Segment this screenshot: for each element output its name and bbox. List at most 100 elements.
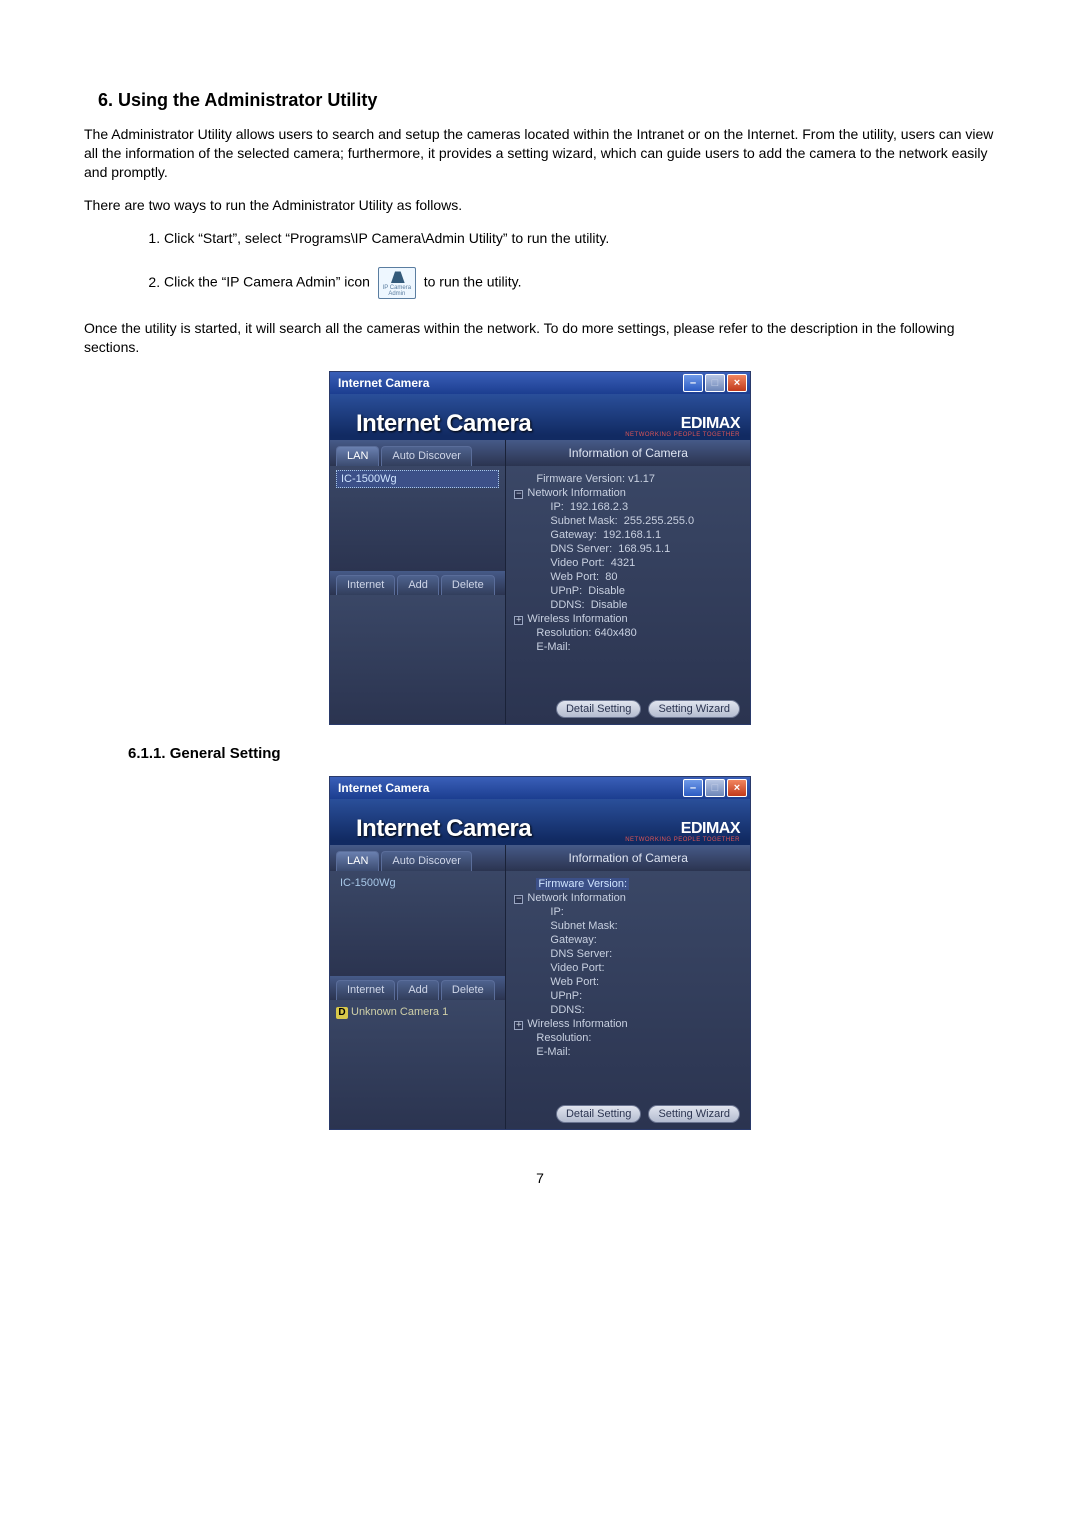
tab-internet[interactable]: Internet: [336, 980, 395, 1000]
tab-auto-discover[interactable]: Auto Discover: [381, 446, 471, 466]
logo-text: EDIMAX: [681, 820, 740, 837]
internet-item-label: Unknown Camera 1: [351, 1006, 448, 1018]
step-2: Click the “IP Camera Admin” icon to run …: [164, 267, 996, 299]
subsection-heading: 6.1.1. General Setting: [128, 745, 996, 762]
logo-tagline: NETWORKING PEOPLE TOGETHER: [625, 432, 740, 438]
window-title: Internet Camera: [338, 376, 681, 390]
info-email: E-Mail:: [514, 1045, 740, 1059]
info-gateway: Gateway:: [514, 933, 740, 947]
lan-listbox[interactable]: IC-1500Wg: [330, 871, 505, 976]
maximize-button[interactable]: □: [705, 779, 725, 797]
detail-setting-button[interactable]: Detail Setting: [556, 700, 641, 718]
titlebar: Internet Camera – □ ×: [330, 372, 750, 394]
window-title: Internet Camera: [338, 781, 681, 795]
info-firmware: Firmware Version: v1.17: [514, 472, 740, 486]
info-videoport: Video Port: 4321: [514, 556, 740, 570]
plus-icon[interactable]: +: [514, 616, 523, 625]
info-netinfo-node: −Network Information: [514, 891, 740, 905]
info-videoport: Video Port:: [514, 961, 740, 975]
info-subnet: Subnet Mask: 255.255.255.0: [514, 514, 740, 528]
bottom-buttons: Detail Setting Setting Wizard: [552, 700, 740, 718]
info-resolution: Resolution: 640x480: [514, 626, 740, 640]
step-2-text-a: Click the “IP Camera Admin” icon: [164, 274, 370, 290]
info-netinfo-label: Network Information: [527, 487, 625, 499]
setting-wizard-button[interactable]: Setting Wizard: [648, 700, 740, 718]
lan-listbox[interactable]: IC-1500Wg: [330, 466, 505, 571]
app-window-2: Internet Camera – □ × Internet Camera ED…: [329, 776, 751, 1130]
body-row: IC-1500Wg Internet Add Delete DUnknown C…: [330, 871, 750, 1129]
info-ip: IP:: [514, 905, 740, 919]
info-webport: Web Port: 80: [514, 570, 740, 584]
info-netinfo-label: Network Information: [527, 892, 625, 904]
info-pane: Firmware Version: −Network Information I…: [506, 871, 750, 1129]
tab-internet[interactable]: Internet: [336, 575, 395, 595]
close-button[interactable]: ×: [727, 374, 747, 392]
internet-listbox[interactable]: [330, 595, 505, 724]
lan-item-ic1500wg[interactable]: IC-1500Wg: [336, 875, 499, 891]
info-ddns: DDNS: Disable: [514, 598, 740, 612]
info-upnp: UPnP:: [514, 989, 740, 1003]
setting-wizard-button[interactable]: Setting Wizard: [648, 1105, 740, 1123]
toolbar-row: LAN Auto Discover Information of Camera: [330, 845, 750, 871]
info-wireless-label: Wireless Information: [527, 613, 627, 625]
info-ddns: DDNS:: [514, 1003, 740, 1017]
page-number: 7: [84, 1170, 996, 1186]
banner-title: Internet Camera: [356, 410, 625, 438]
bottom-buttons: Detail Setting Setting Wizard: [552, 1105, 740, 1123]
tab-delete[interactable]: Delete: [441, 575, 495, 595]
info-netinfo-node: −Network Information: [514, 486, 740, 500]
app-window-1: Internet Camera – □ × Internet Camera ED…: [329, 371, 751, 725]
close-button[interactable]: ×: [727, 779, 747, 797]
top-tabstrip: LAN Auto Discover: [330, 845, 506, 871]
info-upnp: UPnP: Disable: [514, 584, 740, 598]
tab-add[interactable]: Add: [397, 575, 439, 595]
info-header: Information of Camera: [506, 845, 750, 871]
tab-auto-discover[interactable]: Auto Discover: [381, 851, 471, 871]
ways-paragraph: There are two ways to run the Administra…: [84, 196, 996, 215]
internet-listbox[interactable]: DUnknown Camera 1: [330, 1000, 505, 1129]
tab-delete[interactable]: Delete: [441, 980, 495, 1000]
detail-setting-button[interactable]: Detail Setting: [556, 1105, 641, 1123]
info-wireless-node: + Wireless Information: [514, 612, 740, 626]
info-firmware: Firmware Version:: [514, 877, 740, 891]
info-pane: Firmware Version: v1.17 −Network Informa…: [506, 466, 750, 724]
info-dns: DNS Server: 168.95.1.1: [514, 542, 740, 556]
body-row: IC-1500Wg Internet Add Delete Firmware V…: [330, 466, 750, 724]
info-wireless-label: Wireless Information: [527, 1018, 627, 1030]
steps-list: Click “Start”, select “Programs\IP Camer…: [84, 229, 996, 300]
info-gateway: Gateway: 192.168.1.1: [514, 528, 740, 542]
minus-icon[interactable]: −: [514, 895, 523, 904]
info-webport: Web Port:: [514, 975, 740, 989]
maximize-button[interactable]: □: [705, 374, 725, 392]
edimax-logo: EDIMAX NETWORKING PEOPLE TOGETHER: [625, 416, 740, 438]
logo-tagline: NETWORKING PEOPLE TOGETHER: [625, 837, 740, 843]
info-wireless-node: + Wireless Information: [514, 1017, 740, 1031]
bottom-tabstrip: Internet Add Delete: [330, 571, 505, 595]
info-header: Information of Camera: [506, 440, 750, 466]
info-dns: DNS Server:: [514, 947, 740, 961]
step-2-text-b: to run the utility.: [424, 274, 522, 290]
top-tabstrip: LAN Auto Discover: [330, 440, 506, 466]
info-email: E-Mail:: [514, 640, 740, 654]
tab-lan[interactable]: LAN: [336, 446, 379, 466]
tab-lan[interactable]: LAN: [336, 851, 379, 871]
firmware-highlight: Firmware Version:: [536, 878, 629, 890]
internet-item-unknown[interactable]: DUnknown Camera 1: [336, 1004, 499, 1021]
after-paragraph: Once the utility is started, it will sea…: [84, 319, 996, 357]
minimize-button[interactable]: –: [683, 779, 703, 797]
minus-icon[interactable]: −: [514, 490, 523, 499]
banner: Internet Camera EDIMAX NETWORKING PEOPLE…: [330, 799, 750, 845]
device-d-icon: D: [336, 1007, 348, 1019]
lan-item-ic1500wg[interactable]: IC-1500Wg: [336, 470, 499, 488]
tab-add[interactable]: Add: [397, 980, 439, 1000]
edimax-logo: EDIMAX NETWORKING PEOPLE TOGETHER: [625, 821, 740, 843]
info-resolution: Resolution:: [514, 1031, 740, 1045]
minimize-button[interactable]: –: [683, 374, 703, 392]
logo-text: EDIMAX: [681, 415, 740, 432]
toolbar-row: LAN Auto Discover Information of Camera: [330, 440, 750, 466]
bottom-tabstrip: Internet Add Delete: [330, 976, 505, 1000]
plus-icon[interactable]: +: [514, 1021, 523, 1030]
left-pane: IC-1500Wg Internet Add Delete DUnknown C…: [330, 871, 506, 1129]
intro-paragraph: The Administrator Utility allows users t…: [84, 125, 996, 182]
banner: Internet Camera EDIMAX NETWORKING PEOPLE…: [330, 394, 750, 440]
